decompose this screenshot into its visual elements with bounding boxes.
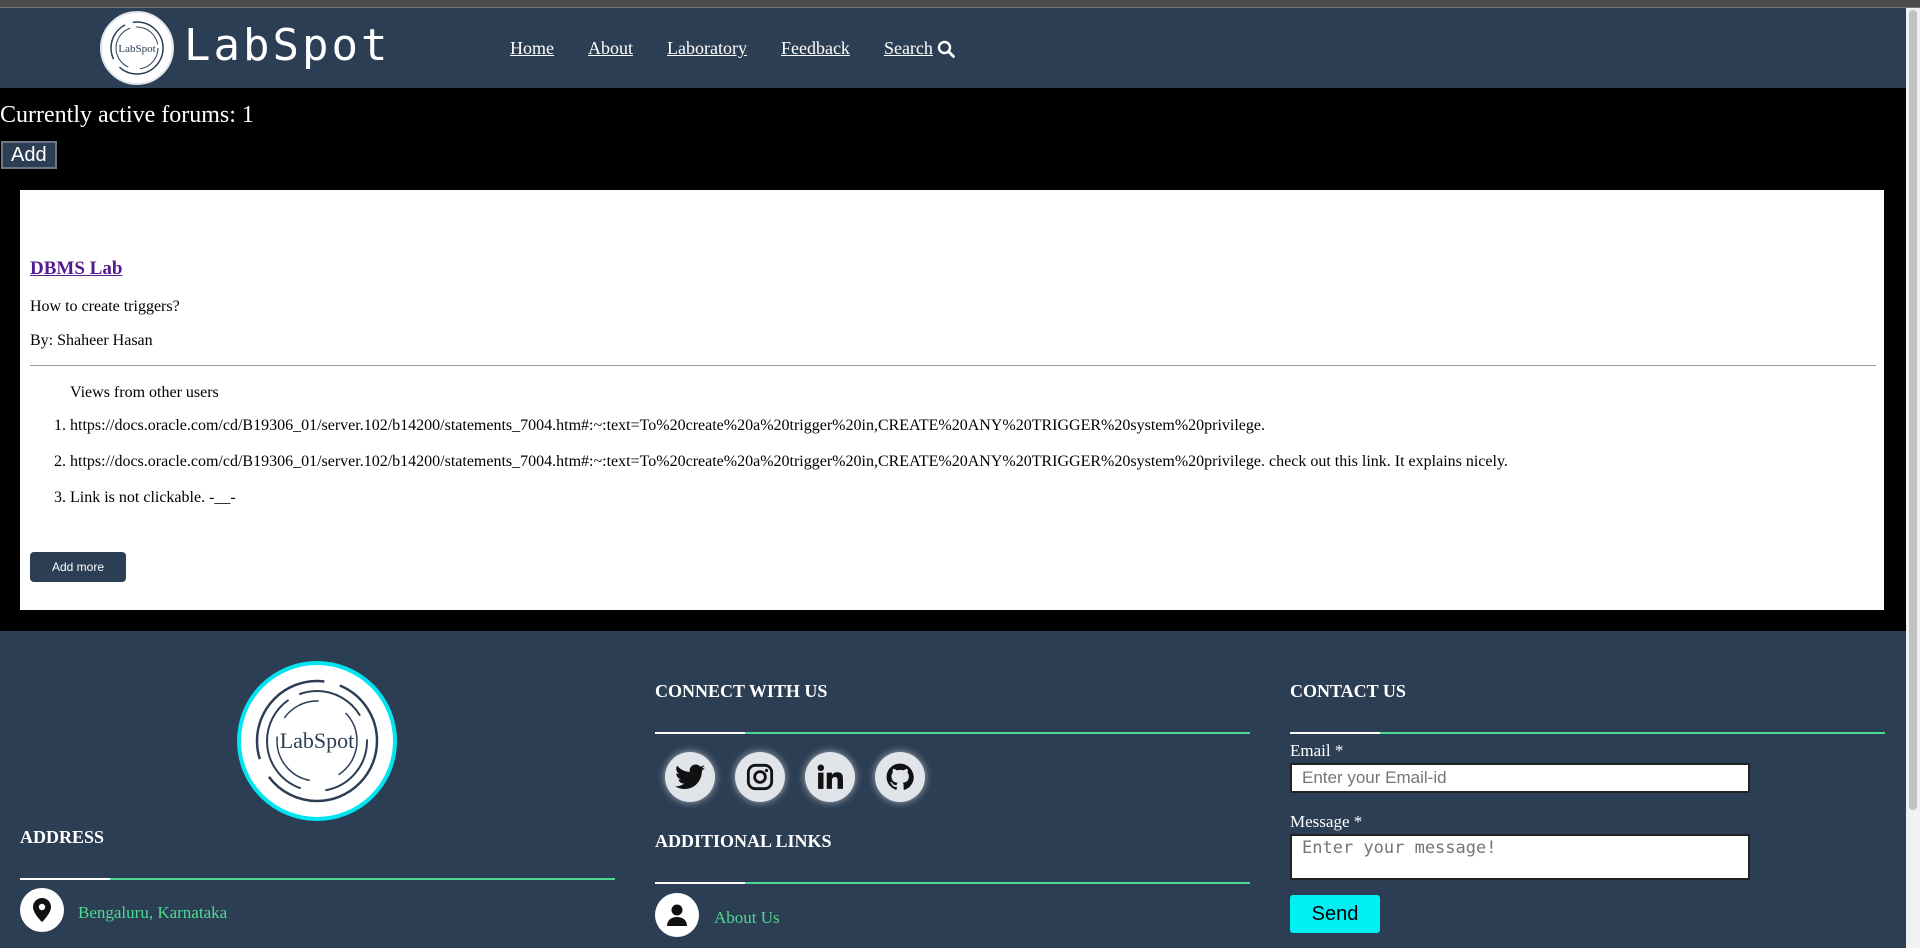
svg-text:LabSpot: LabSpot xyxy=(118,43,155,55)
github-icon[interactable] xyxy=(875,752,925,802)
user-icon xyxy=(667,904,687,926)
add-more-button[interactable]: Add more xyxy=(30,552,126,582)
forum-question: How to create triggers? xyxy=(30,298,180,315)
connect-heading: CONNECT WITH US xyxy=(655,681,828,701)
site-header: LabSpot LabSpot Home About Laboratory Fe… xyxy=(0,8,1906,88)
views-list: https://docs.oracle.com/cd/B19306_01/ser… xyxy=(30,408,1870,516)
location-icon-wrap xyxy=(20,888,64,932)
nav-home[interactable]: Home xyxy=(510,38,554,59)
add-forum-button[interactable]: Add xyxy=(1,141,57,169)
contact-divider xyxy=(1290,732,1885,734)
svg-text:LabSpot: LabSpot xyxy=(280,728,355,753)
connect-divider xyxy=(655,732,1250,734)
forum-author: By: Shaheer Hasan xyxy=(30,332,153,350)
address-divider xyxy=(20,878,615,880)
page-scrollbar[interactable] xyxy=(1906,8,1920,948)
footer-logo: LabSpot xyxy=(237,661,397,821)
nav-feedback[interactable]: Feedback xyxy=(781,38,850,59)
footer-logo-graphic: LabSpot xyxy=(255,679,379,803)
links-divider xyxy=(655,882,1250,884)
forum-card: DBMS Lab How to create triggers? By: Shah… xyxy=(20,190,1884,610)
list-item: https://docs.oracle.com/cd/B19306_01/ser… xyxy=(70,408,1870,444)
email-label: Email * xyxy=(1290,741,1344,760)
instagram-icon[interactable] xyxy=(735,752,785,802)
list-item: Link is not clickable. -__- xyxy=(70,480,1870,516)
author-prefix: By: xyxy=(30,332,54,349)
message-label: Message * xyxy=(1290,812,1363,831)
twitter-icon[interactable] xyxy=(665,752,715,802)
location-icon xyxy=(33,898,51,922)
additional-links-heading: ADDITIONAL LINKS xyxy=(655,831,832,851)
message-field[interactable] xyxy=(1290,834,1750,880)
nav-laboratory[interactable]: Laboratory xyxy=(667,38,747,59)
author-name: Shaheer Hasan xyxy=(57,332,153,349)
nav-search-label[interactable]: Search xyxy=(884,38,933,59)
about-us-link[interactable]: About Us xyxy=(714,908,780,928)
list-item: https://docs.oracle.com/cd/B19306_01/ser… xyxy=(70,444,1870,480)
site-footer: LabSpot ADDRESS Bengaluru, Karnataka CON… xyxy=(0,631,1906,948)
contact-heading: CONTACT US xyxy=(1290,681,1406,701)
nav-search[interactable]: Search xyxy=(884,38,955,59)
browser-top-edge xyxy=(0,0,1920,8)
divider xyxy=(30,365,1876,366)
scrollbar-thumb[interactable] xyxy=(1909,10,1917,810)
email-field[interactable] xyxy=(1290,763,1750,793)
address-heading: ADDRESS xyxy=(20,827,105,847)
forum-count: Currently active forums: 1 xyxy=(0,102,254,128)
nav-about[interactable]: About xyxy=(588,38,633,59)
search-icon[interactable] xyxy=(937,40,955,58)
brand-name[interactable]: LabSpot xyxy=(184,20,390,71)
views-heading: Views from other users xyxy=(70,384,219,401)
main-nav: Home About Laboratory Feedback Search xyxy=(510,38,955,59)
send-button[interactable]: Send xyxy=(1290,895,1380,933)
address-text: Bengaluru, Karnataka xyxy=(78,903,228,922)
linkedin-icon[interactable] xyxy=(805,752,855,802)
user-icon-wrap xyxy=(655,893,699,937)
site-logo[interactable]: LabSpot xyxy=(100,11,174,85)
logo-graphic: LabSpot xyxy=(110,21,164,75)
forum-title-link[interactable]: DBMS Lab xyxy=(30,258,122,280)
